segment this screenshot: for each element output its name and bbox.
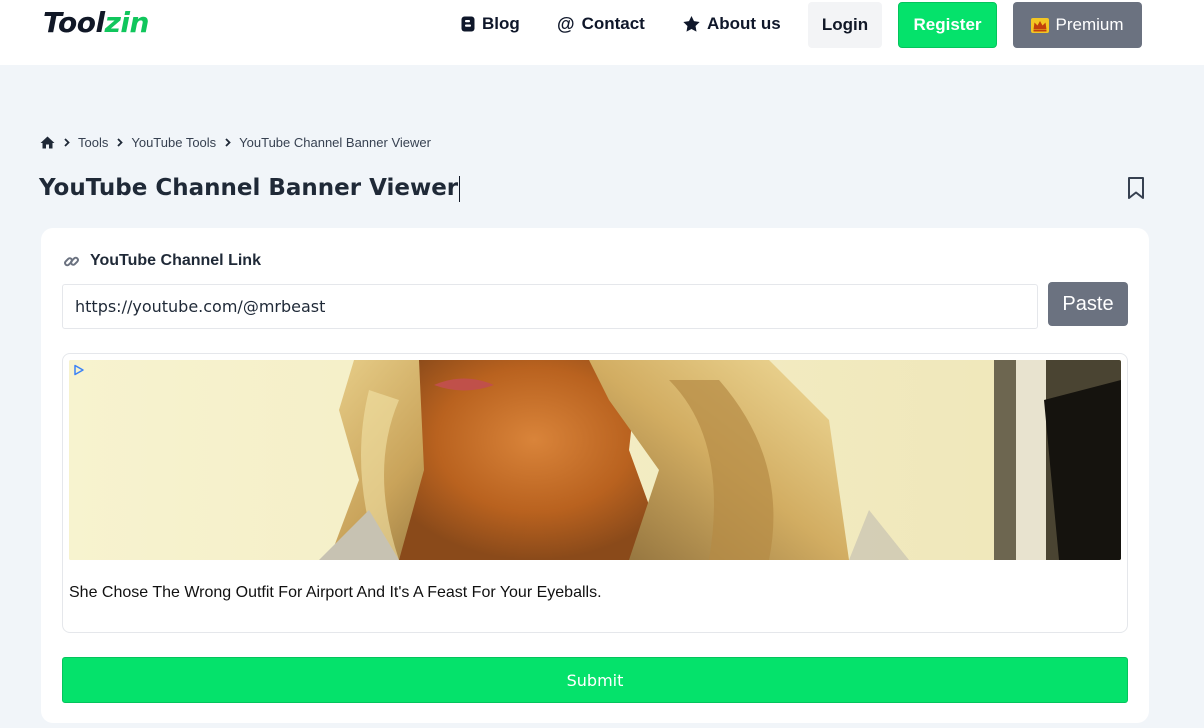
premium-label: Premium	[1055, 15, 1124, 34]
nav-about-link[interactable]: About us	[683, 12, 781, 36]
link-icon	[63, 253, 80, 270]
chevron-right-icon	[64, 137, 70, 147]
text-cursor	[459, 175, 461, 202]
submit-button[interactable]: Submit	[62, 657, 1128, 703]
at-sign-icon: @	[557, 13, 575, 34]
paste-button[interactable]: Paste	[1048, 282, 1128, 326]
nav-blog-label: Blog	[482, 14, 520, 33]
register-button[interactable]: Register	[898, 2, 997, 48]
breadcrumb-youtube-tools[interactable]: YouTube Tools	[131, 135, 216, 150]
nav-blog-link[interactable]: Blog	[461, 12, 520, 36]
breadcrumb-current: YouTube Channel Banner Viewer	[239, 134, 431, 150]
channel-link-label: YouTube Channel Link	[63, 252, 261, 270]
site-logo[interactable]: Toolzin	[43, 5, 149, 41]
channel-link-input[interactable]	[62, 284, 1038, 329]
nav-contact-link[interactable]: @ Contact	[557, 12, 645, 36]
tool-card: YouTube Channel Link Paste	[41, 228, 1149, 723]
advertisement[interactable]: She Chose The Wrong Outfit For Airport A…	[62, 353, 1128, 633]
breadcrumb-tools[interactable]: Tools	[78, 135, 108, 150]
login-button[interactable]: Login	[808, 2, 882, 48]
nav-about-label: About us	[707, 14, 781, 33]
home-icon[interactable]	[40, 136, 55, 149]
crown-icon	[1031, 17, 1050, 33]
ad-choices-icon[interactable]	[73, 363, 85, 376]
chevron-right-icon	[225, 137, 231, 147]
star-icon	[683, 16, 700, 32]
premium-button[interactable]: Premium	[1013, 2, 1142, 48]
ad-image	[69, 360, 1121, 560]
page-title: YouTube Channel Banner Viewer	[39, 175, 461, 202]
breadcrumb: Tools YouTube Tools YouTube Channel Bann…	[40, 133, 431, 151]
ad-headline[interactable]: She Chose The Wrong Outfit For Airport A…	[69, 584, 602, 602]
blog-icon	[461, 16, 475, 32]
bookmark-icon[interactable]	[1125, 176, 1147, 200]
nav-contact-label: Contact	[581, 14, 645, 33]
top-navbar: Toolzin Blog @ Contact About us Login Re…	[0, 0, 1204, 65]
chevron-right-icon	[117, 137, 124, 147]
